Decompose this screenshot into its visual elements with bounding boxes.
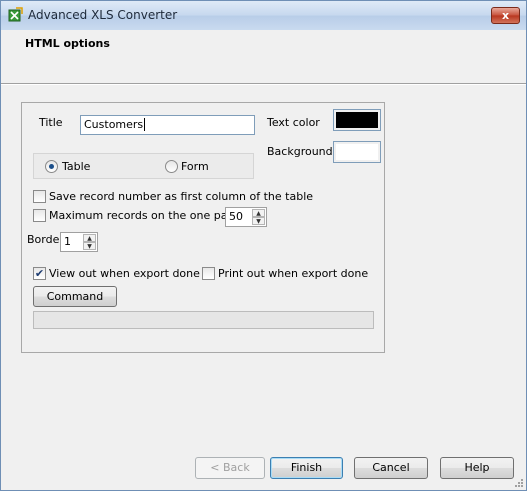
view-out-checkbox[interactable]: ✔ — [33, 267, 46, 280]
max-records-spinner[interactable]: 50 ▲ ▼ — [225, 207, 267, 227]
page-title: HTML options — [25, 37, 110, 50]
max-records-label[interactable]: Maximum records on the one page — [49, 209, 241, 222]
window-title: Advanced XLS Converter — [28, 8, 178, 22]
back-button[interactable]: < Back — [195, 457, 265, 479]
text-color-label: Text color — [267, 116, 320, 129]
view-out-label[interactable]: View out when export done — [49, 267, 200, 280]
spin-up-icon[interactable]: ▲ — [83, 234, 96, 242]
background-label: Background — [267, 145, 333, 158]
wizard-header: HTML options — [1, 30, 526, 83]
text-color-picker[interactable] — [333, 109, 381, 131]
close-icon: x — [501, 9, 510, 22]
radio-selected-dot — [49, 164, 54, 169]
border-spinner[interactable]: 1 ▲ ▼ — [60, 232, 98, 252]
title-label: Title — [39, 116, 63, 129]
text-cursor — [144, 118, 146, 131]
title-bar[interactable]: Advanced XLS Converter x — [1, 1, 526, 31]
border-value: 1 — [64, 235, 71, 248]
header-divider — [1, 83, 526, 85]
border-label: Border — [27, 233, 64, 246]
cancel-button-label: Cancel — [372, 461, 410, 474]
command-line-button[interactable]: Command Line... — [33, 286, 117, 322]
resize-grip-icon[interactable] — [512, 476, 524, 488]
command-line-field — [33, 311, 374, 329]
title-input-value: Customers — [84, 118, 144, 131]
dialog-window: Advanced XLS Converter x HTML options Ti… — [0, 0, 527, 491]
text-color-swatch — [336, 112, 378, 128]
cancel-button[interactable]: Cancel — [354, 457, 428, 479]
title-input[interactable]: Customers — [80, 115, 255, 135]
save-record-number-checkbox[interactable] — [33, 190, 46, 203]
spin-down-icon[interactable]: ▼ — [252, 217, 265, 225]
radio-table[interactable] — [45, 160, 58, 173]
spinner-buttons: ▲ ▼ — [252, 209, 265, 225]
close-button[interactable]: x — [491, 7, 520, 24]
spin-down-icon[interactable]: ▼ — [83, 242, 96, 250]
radio-table-label[interactable]: Table — [62, 160, 90, 173]
finish-button-label: Finish — [290, 461, 323, 474]
spin-up-icon[interactable]: ▲ — [252, 209, 265, 217]
help-button[interactable]: Help — [440, 457, 514, 479]
save-record-number-label[interactable]: Save record number as first column of th… — [49, 190, 313, 203]
background-color-picker[interactable] — [333, 141, 381, 163]
help-button-label: Help — [464, 461, 490, 474]
back-button-label: < Back — [210, 461, 250, 474]
max-records-checkbox[interactable] — [33, 209, 46, 222]
checkmark-icon: ✔ — [34, 267, 45, 280]
print-out-label[interactable]: Print out when export done — [218, 267, 368, 280]
radio-form[interactable] — [165, 160, 178, 173]
spinner-buttons: ▲ ▼ — [83, 234, 96, 250]
radio-form-label[interactable]: Form — [181, 160, 209, 173]
background-color-swatch — [336, 144, 378, 160]
finish-button[interactable]: Finish — [270, 457, 343, 479]
app-icon — [8, 7, 23, 22]
print-out-checkbox[interactable] — [202, 267, 215, 280]
max-records-value: 50 — [229, 210, 243, 223]
